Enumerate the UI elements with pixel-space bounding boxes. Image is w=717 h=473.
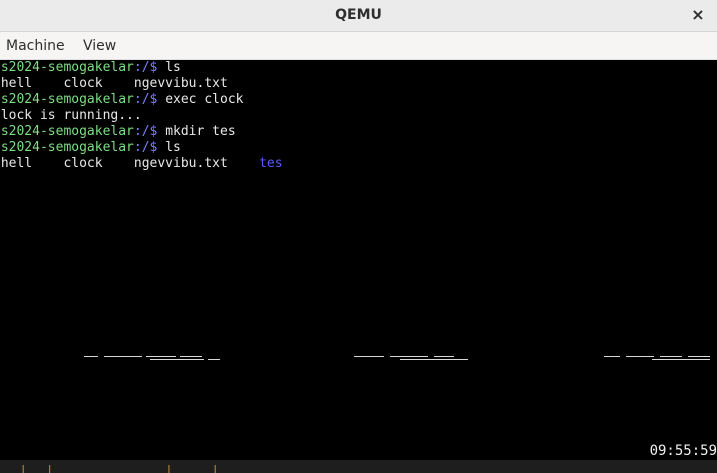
prompt-user: os2024-semogakelar (0, 92, 134, 107)
terminal-line: os2024-semogakelar:/$ exec clock (0, 92, 243, 108)
screen-artifact (604, 356, 717, 360)
terminal-line: os2024-semogakelar:/$ ls (0, 140, 181, 156)
prompt-path: / (141, 92, 150, 107)
prompt-user: os2024-semogakelar (0, 124, 134, 139)
prompt-user: os2024-semogakelar (0, 140, 134, 155)
command-text: mkdir tes (157, 124, 236, 139)
menu-view[interactable]: View (83, 38, 116, 54)
terminal-line: os2024-semogakelar:/$ mkdir tes (0, 124, 236, 140)
terminal-line: os2024-semogakelar:/$ ls (0, 60, 181, 76)
window-title: QEMU (335, 7, 382, 23)
prompt-sep: : (133, 140, 142, 155)
host-background-strip: __| _ | _ _ _ _ _ | _ _ | _ _ _ _ (0, 460, 717, 473)
terminal-screen[interactable]: os2024-semogakelar:/$ ls shell clock nge… (0, 60, 717, 460)
command-text: exec clock (157, 92, 244, 107)
prompt-sep: : (133, 124, 142, 139)
terminal-line: shell clock ngevvibu.txt tes (0, 156, 283, 172)
close-icon[interactable]: × (689, 5, 707, 25)
prompt-sep: : (133, 60, 142, 75)
prompt-path: / (141, 140, 150, 155)
screen-artifact (354, 356, 474, 360)
prompt-path: / (141, 124, 150, 139)
prompt-sep: : (133, 92, 142, 107)
terminal-line: Clock is running... (0, 108, 142, 124)
output-text: shell clock ngevvibu.txt (0, 76, 228, 91)
menu-bar: Machine View (0, 32, 717, 60)
window-titlebar: QEMU × (0, 0, 717, 32)
clock-display: 09:55:59 (649, 443, 717, 459)
screen-artifact (84, 356, 224, 360)
prompt-path: / (141, 60, 150, 75)
directory-entry: tes (259, 156, 283, 171)
output-text: Clock is running... (0, 108, 142, 123)
output-text: shell clock ngevvibu.txt (0, 156, 260, 171)
terminal-line: shell clock ngevvibu.txt (0, 76, 228, 92)
prompt-user: os2024-semogakelar (0, 60, 134, 75)
menu-machine[interactable]: Machine (6, 38, 65, 54)
background-fragment: __| _ | _ _ _ _ _ | _ _ | _ _ _ _ (0, 463, 279, 473)
command-text: ls (157, 60, 181, 75)
command-text: ls (157, 140, 181, 155)
